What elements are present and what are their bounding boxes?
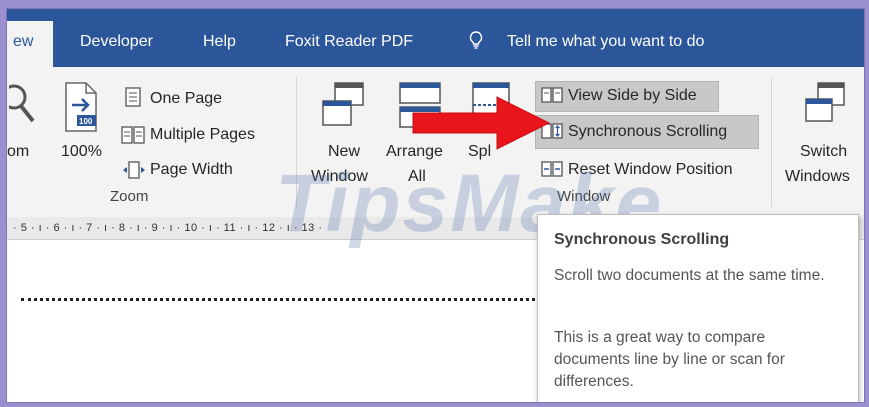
- zoom-magnifier-icon: [9, 84, 35, 123]
- switch-windows-label-2[interactable]: Windows: [785, 168, 850, 186]
- word-window: ew Developer Help Foxit Reader PDF Tell …: [6, 8, 865, 403]
- hundred-icon-text: 100: [79, 117, 93, 126]
- tab-developer[interactable]: Developer: [80, 33, 153, 51]
- multiple-pages-button[interactable]: Multiple Pages: [150, 126, 255, 144]
- view-side-by-side-button[interactable]: View Side by Side: [568, 87, 697, 105]
- red-arrow-icon: [412, 96, 551, 150]
- switch-windows-label-1[interactable]: Switch: [800, 143, 847, 161]
- tab-foxit-reader-pdf[interactable]: Foxit Reader PDF: [285, 33, 413, 51]
- multiple-pages-icon: [121, 126, 145, 144]
- dotted-line: [21, 298, 541, 301]
- page-width-button[interactable]: Page Width: [150, 161, 233, 179]
- switch-windows-icon: [805, 82, 845, 122]
- tab-view[interactable]: ew: [7, 21, 53, 67]
- tell-me-search[interactable]: Tell me what you want to do: [507, 33, 704, 51]
- synchronous-scrolling-tooltip: Synchronous Scrolling Scroll two documen…: [537, 214, 859, 402]
- new-window-icon: [322, 82, 364, 126]
- one-page-button[interactable]: One Page: [150, 90, 222, 108]
- tooltip-description: Scroll two documents at the same time.: [554, 267, 825, 284]
- tab-help[interactable]: Help: [203, 33, 236, 51]
- group-separator: [771, 77, 772, 207]
- synchronous-scrolling-button[interactable]: Synchronous Scrolling: [568, 123, 727, 141]
- lightbulb-icon: [469, 31, 483, 49]
- tooltip-detail: This is a great way to compare documents…: [554, 329, 785, 390]
- page-width-icon: [123, 161, 145, 179]
- zoom-button-label[interactable]: om: [7, 143, 29, 161]
- tab-view-label: ew: [13, 33, 34, 50]
- one-page-icon: [125, 87, 141, 107]
- ribbon-tab-bar: ew Developer Help Foxit Reader PDF Tell …: [7, 9, 864, 67]
- zoom-group-label: Zoom: [110, 188, 149, 205]
- tooltip-title: Synchronous Scrolling: [554, 231, 730, 248]
- hundred-percent-button[interactable]: 100%: [61, 143, 102, 161]
